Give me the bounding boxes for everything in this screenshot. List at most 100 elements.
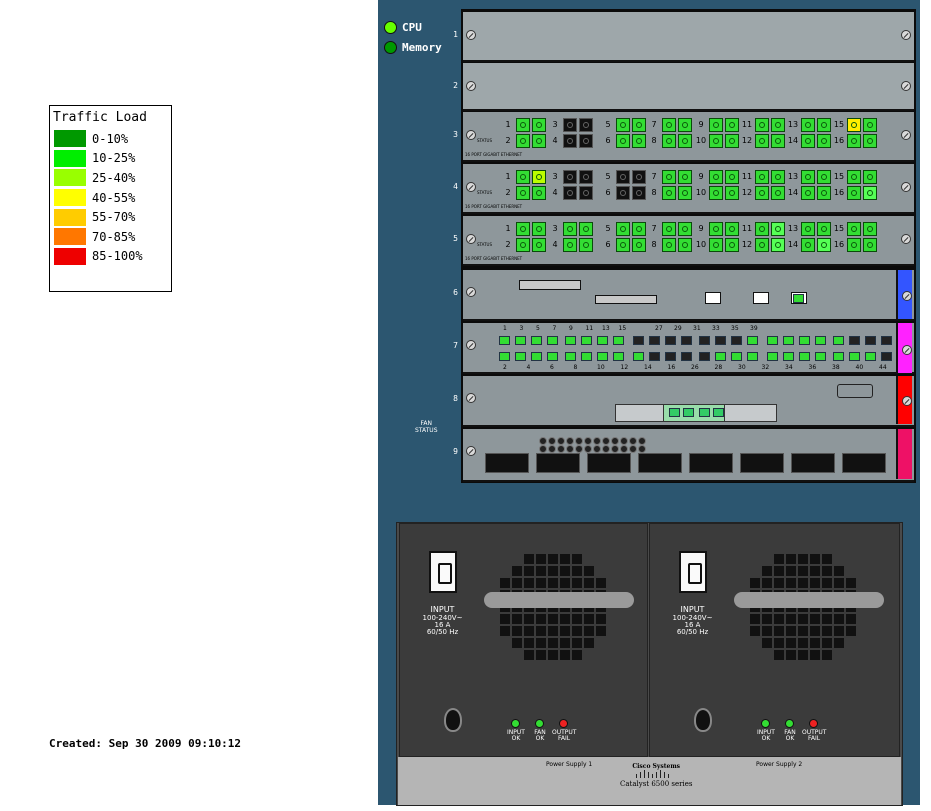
gbic-port[interactable] [791, 453, 835, 473]
pcmcia-slot[interactable] [595, 295, 657, 304]
gigabit-port[interactable] [725, 238, 739, 252]
gigabit-port[interactable] [847, 186, 861, 200]
console-port[interactable] [753, 292, 769, 304]
fast-ethernet-port[interactable] [767, 352, 778, 361]
gigabit-port[interactable] [516, 238, 530, 252]
gigabit-port[interactable] [662, 118, 676, 132]
fast-ethernet-port[interactable] [747, 336, 758, 345]
gigabit-port[interactable] [632, 134, 646, 148]
fast-ethernet-port[interactable] [499, 352, 510, 361]
gigabit-port[interactable] [725, 118, 739, 132]
gigabit-port[interactable] [678, 118, 692, 132]
gigabit-port[interactable] [709, 222, 723, 236]
module-slot-2[interactable] [463, 63, 914, 111]
fast-ethernet-port[interactable] [649, 336, 660, 345]
fast-ethernet-port[interactable] [815, 352, 826, 361]
gigabit-port[interactable] [817, 118, 831, 132]
fast-ethernet-port[interactable] [783, 352, 794, 361]
gigabit-port[interactable] [755, 134, 769, 148]
gigabit-port[interactable] [678, 186, 692, 200]
gigabit-port[interactable] [516, 118, 530, 132]
fast-ethernet-port[interactable] [597, 336, 608, 345]
fast-ethernet-port[interactable] [731, 352, 742, 361]
fast-ethernet-port[interactable] [865, 336, 876, 345]
gigabit-port[interactable] [755, 118, 769, 132]
gigabit-port[interactable] [662, 222, 676, 236]
fast-ethernet-port[interactable] [799, 336, 810, 345]
fast-ethernet-port[interactable] [665, 336, 676, 345]
gbic-port[interactable] [587, 453, 631, 473]
gigabit-port[interactable] [579, 238, 593, 252]
gigabit-port[interactable] [709, 134, 723, 148]
fast-ethernet-port[interactable] [565, 352, 576, 361]
gigabit-port[interactable] [863, 170, 877, 184]
gigabit-port[interactable] [771, 170, 785, 184]
fast-ethernet-port[interactable] [833, 336, 844, 345]
uplink-port[interactable] [669, 408, 680, 417]
fast-ethernet-port[interactable] [799, 352, 810, 361]
gigabit-port[interactable] [632, 170, 646, 184]
fast-ethernet-port[interactable] [547, 352, 558, 361]
fast-ethernet-port[interactable] [515, 352, 526, 361]
fast-ethernet-port[interactable] [531, 336, 542, 345]
gigabit-port[interactable] [678, 170, 692, 184]
gbic-port[interactable] [740, 453, 784, 473]
gigabit-port[interactable] [516, 134, 530, 148]
fast-ethernet-port[interactable] [581, 336, 592, 345]
fast-ethernet-port[interactable] [613, 352, 624, 361]
uplink-port[interactable] [683, 408, 694, 417]
fast-ethernet-port[interactable] [833, 352, 844, 361]
gigabit-port[interactable] [563, 186, 577, 200]
fast-ethernet-port[interactable] [515, 336, 526, 345]
gigabit-port[interactable] [678, 222, 692, 236]
gigabit-port[interactable] [771, 222, 785, 236]
gigabit-port[interactable] [616, 186, 630, 200]
fast-ethernet-port[interactable] [581, 352, 592, 361]
gigabit-port[interactable] [662, 238, 676, 252]
gigabit-port[interactable] [863, 134, 877, 148]
module-slot-9[interactable] [463, 429, 914, 482]
gigabit-port[interactable] [801, 170, 815, 184]
gigabit-port[interactable] [863, 222, 877, 236]
module-slot-6[interactable] [463, 270, 914, 321]
fast-ethernet-port[interactable] [715, 336, 726, 345]
gigabit-port[interactable] [755, 238, 769, 252]
fast-ethernet-port[interactable] [881, 336, 892, 345]
gigabit-port[interactable] [563, 134, 577, 148]
power-switch[interactable] [444, 708, 462, 732]
fast-ethernet-port[interactable] [531, 352, 542, 361]
fast-ethernet-port[interactable] [699, 336, 710, 345]
fast-ethernet-port[interactable] [699, 352, 710, 361]
module-slot-1[interactable] [463, 12, 914, 62]
gigabit-port[interactable] [771, 118, 785, 132]
gigabit-port[interactable] [563, 222, 577, 236]
gigabit-port[interactable] [817, 238, 831, 252]
gigabit-port[interactable] [632, 118, 646, 132]
gigabit-port[interactable] [616, 170, 630, 184]
gigabit-port[interactable] [678, 134, 692, 148]
gigabit-port[interactable] [817, 186, 831, 200]
gigabit-port[interactable] [801, 186, 815, 200]
gigabit-port[interactable] [801, 118, 815, 132]
gigabit-port[interactable] [579, 222, 593, 236]
gigabit-port[interactable] [678, 238, 692, 252]
fast-ethernet-port[interactable] [597, 352, 608, 361]
gigabit-port[interactable] [662, 134, 676, 148]
gigabit-port[interactable] [516, 222, 530, 236]
fast-ethernet-port[interactable] [565, 336, 576, 345]
gigabit-port[interactable] [725, 186, 739, 200]
fast-ethernet-port[interactable] [665, 352, 676, 361]
gbic-port[interactable] [536, 453, 580, 473]
fast-ethernet-port[interactable] [547, 336, 558, 345]
fast-ethernet-port[interactable] [849, 336, 860, 345]
uplink-port[interactable] [793, 294, 804, 303]
gigabit-port[interactable] [771, 134, 785, 148]
gigabit-port[interactable] [709, 186, 723, 200]
fast-ethernet-port[interactable] [681, 336, 692, 345]
gigabit-port[interactable] [847, 238, 861, 252]
gigabit-port[interactable] [725, 134, 739, 148]
gigabit-port[interactable] [662, 186, 676, 200]
fast-ethernet-port[interactable] [715, 352, 726, 361]
module-slot-4[interactable]: 16 PORT GIGABIT ETHERNET STATUS 1 2 3 4 5 6 7 8 9 1… [463, 164, 914, 214]
gigabit-port[interactable] [616, 134, 630, 148]
